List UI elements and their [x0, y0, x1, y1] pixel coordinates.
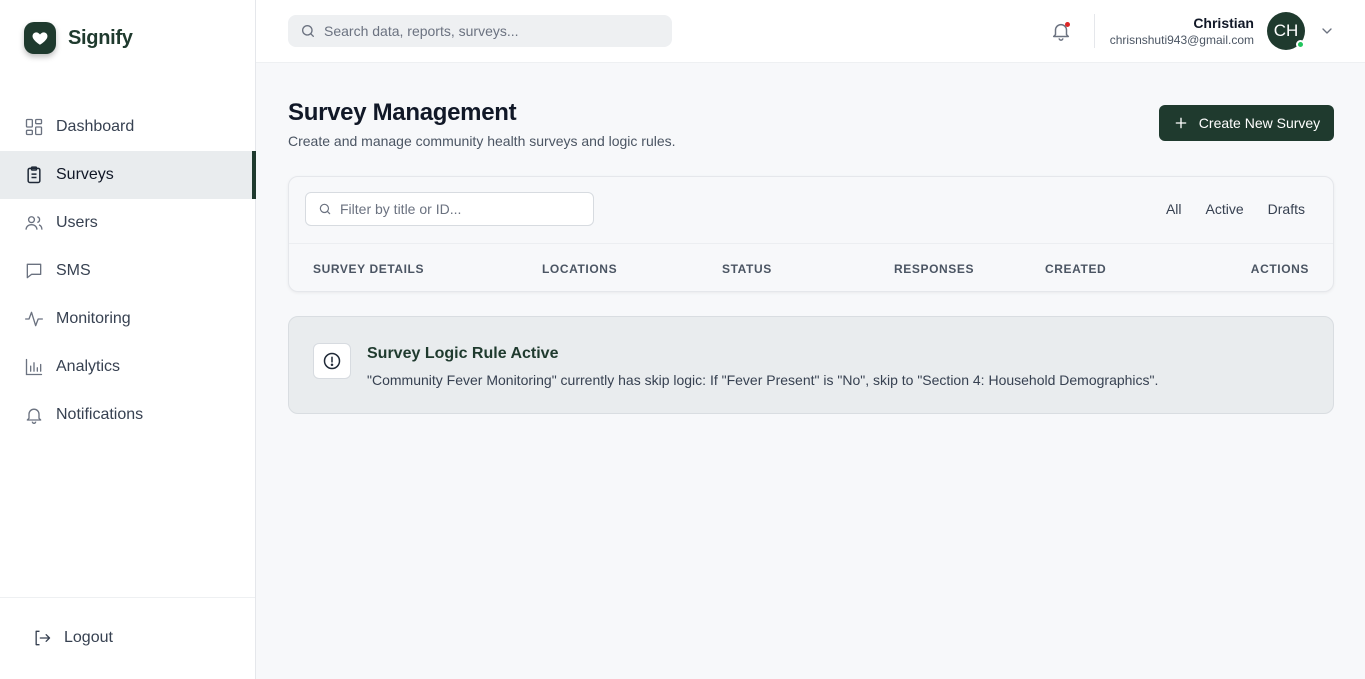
logout-button[interactable]: Logout [32, 628, 113, 648]
sidebar-item-sms[interactable]: SMS [0, 247, 255, 295]
status-filter-tabs: All Active Drafts [1154, 195, 1317, 223]
sidebar-item-label: Monitoring [56, 310, 131, 327]
avatar[interactable]: CH [1267, 12, 1305, 50]
sidebar: Signify Dashboard Surveys Users SMS Moni… [0, 0, 256, 679]
sidebar-nav: Dashboard Surveys Users SMS Monitoring A… [0, 103, 256, 439]
table-header: Survey Details Locations Status Response… [289, 243, 1333, 291]
sidebar-item-notifications[interactable]: Notifications [0, 391, 255, 439]
user-info[interactable]: Christian chrisnshuti943@gmail.com [1110, 14, 1254, 49]
bell-icon [26, 408, 42, 424]
search-icon [302, 25, 314, 37]
page-subtitle: Create and manage community health surve… [288, 133, 676, 149]
global-search[interactable] [288, 15, 672, 47]
sidebar-item-users[interactable]: Users [0, 199, 255, 247]
sidebar-item-label: Surveys [56, 166, 114, 183]
notice-text: "Community Fever Monitoring" currently h… [367, 372, 1159, 388]
table-filter[interactable] [305, 192, 594, 226]
sidebar-item-label: Analytics [56, 358, 121, 375]
sidebar-item-label: Notifications [56, 406, 144, 423]
dashboard-icon [25, 118, 43, 136]
sidebar-item-analytics[interactable]: Analytics [0, 343, 255, 391]
heart-logo-icon [24, 22, 56, 54]
create-new-survey-button[interactable]: Create New Survey [1159, 105, 1334, 141]
search-input[interactable] [324, 23, 654, 39]
message-icon [26, 263, 42, 279]
brand-name: Signify [68, 26, 133, 49]
online-status-indicator [1296, 40, 1305, 49]
notice-title: Survey Logic Rule Active [367, 345, 559, 362]
filter-tab-active[interactable]: Active [1194, 195, 1256, 223]
filter-tab-all[interactable]: All [1154, 195, 1194, 223]
notifications-button[interactable] [1050, 20, 1072, 42]
topbar-divider [1094, 14, 1095, 48]
logout-icon [35, 630, 51, 646]
logout-label: Logout [64, 629, 113, 646]
column-header-locations[interactable]: Locations [542, 262, 617, 276]
column-header-actions[interactable]: Actions [1251, 262, 1309, 276]
sidebar-item-label: SMS [56, 262, 91, 279]
top-bar: Christian chrisnshuti943@gmail.com CH [256, 0, 1365, 63]
surveys-table-card: All Active Drafts Survey Details Locatio… [288, 176, 1334, 292]
brand[interactable]: Signify [24, 22, 133, 54]
user-name: Christian [1193, 15, 1254, 31]
column-header-created[interactable]: Created [1045, 262, 1106, 276]
chevron-down-icon[interactable] [1319, 23, 1335, 39]
clipboard-icon [27, 166, 41, 184]
avatar-initials: CH [1273, 21, 1299, 40]
search-icon [319, 203, 331, 215]
sidebar-item-surveys[interactable]: Surveys [0, 151, 256, 199]
page-title: Survey Management [288, 99, 517, 126]
filter-tab-drafts[interactable]: Drafts [1256, 195, 1317, 223]
sidebar-item-dashboard[interactable]: Dashboard [0, 103, 255, 151]
alert-circle-icon [313, 343, 351, 379]
sidebar-footer: Logout [0, 597, 255, 679]
sidebar-item-monitoring[interactable]: Monitoring [0, 295, 255, 343]
sidebar-item-label: Users [56, 214, 98, 231]
logic-rule-notice: Survey Logic Rule Active "Community Feve… [288, 316, 1334, 414]
filter-input[interactable] [340, 201, 580, 217]
column-header-responses[interactable]: Responses [894, 262, 974, 276]
sidebar-item-label: Dashboard [56, 118, 135, 135]
plus-icon [1175, 117, 1187, 129]
activity-icon [25, 311, 43, 327]
column-header-survey-details[interactable]: Survey Details [313, 262, 424, 276]
bar-chart-icon [25, 358, 43, 376]
users-icon [25, 216, 43, 230]
create-button-label: Create New Survey [1198, 115, 1321, 131]
notification-dot [1065, 22, 1070, 27]
user-email: chrisnshuti943@gmail.com [1109, 33, 1254, 47]
column-header-status[interactable]: Status [722, 262, 772, 276]
